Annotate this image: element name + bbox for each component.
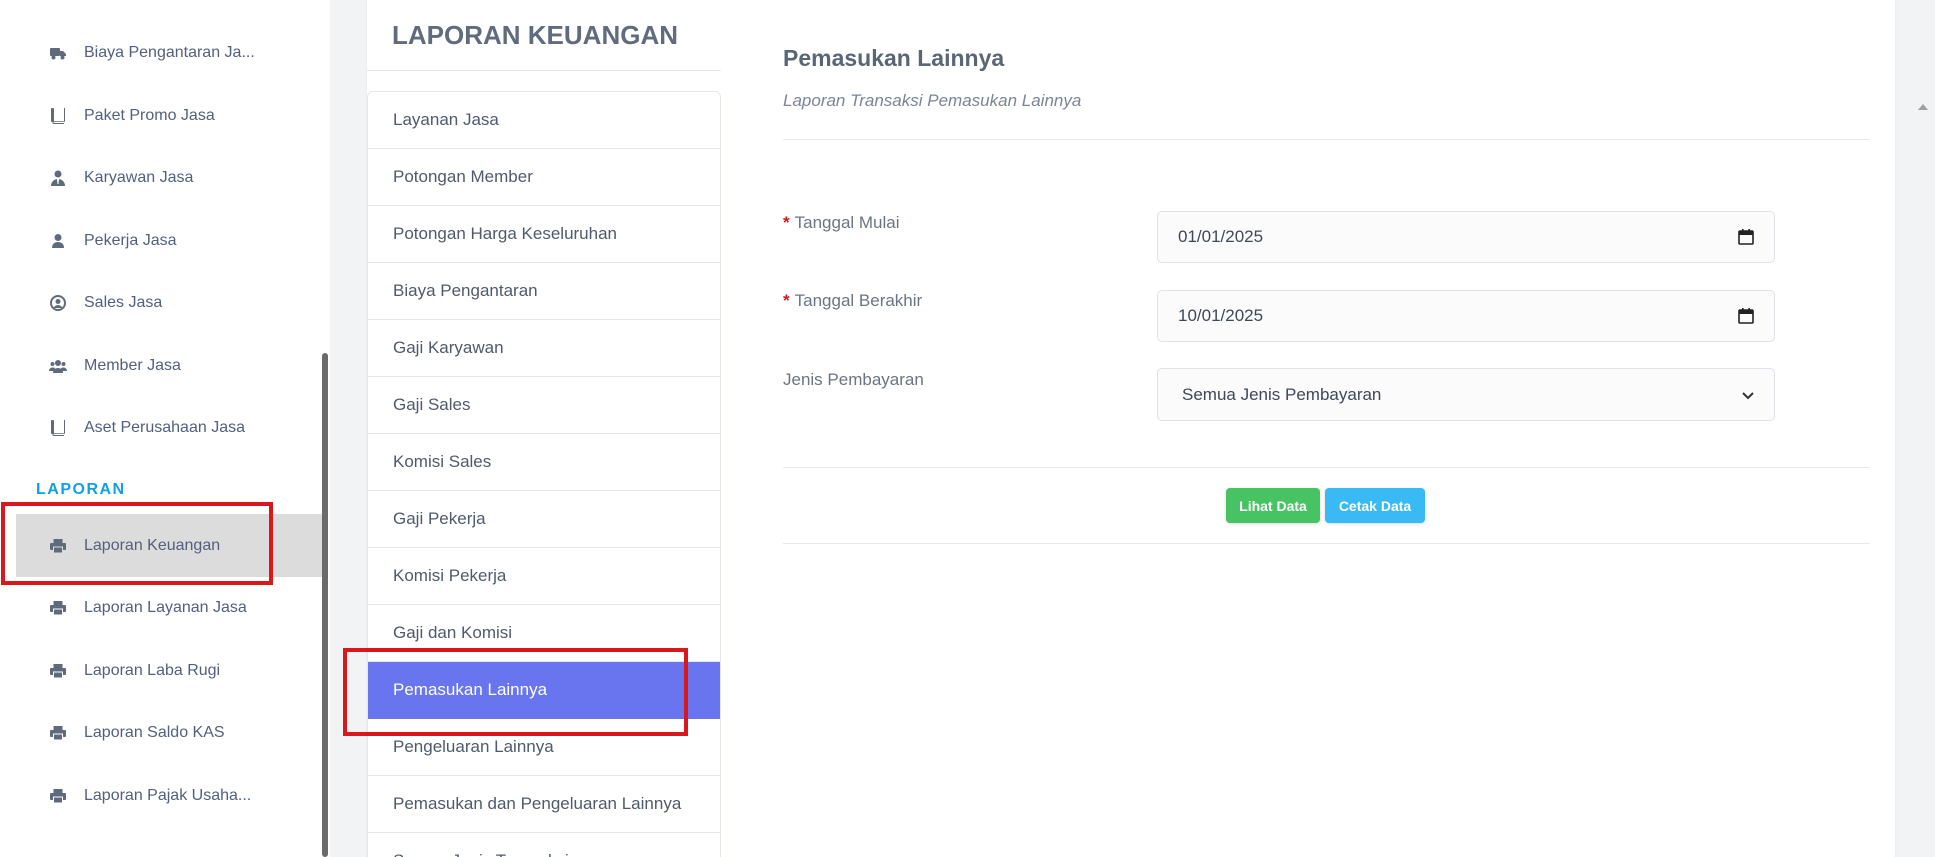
start-date-input[interactable]: 01/01/2025 (1157, 211, 1775, 263)
truck-icon (49, 44, 67, 62)
book-icon (49, 419, 67, 437)
end-date-value: 10/01/2025 (1178, 306, 1264, 325)
print-data-button[interactable]: Cetak Data (1325, 488, 1425, 523)
divider (783, 543, 1870, 544)
payment-type-value: Semua Jenis Pembayaran (1182, 384, 1382, 404)
sidebar-item-label: Laporan Laba Rugi (84, 662, 221, 679)
divider (783, 139, 1870, 140)
scroll-up-arrow-icon[interactable] (1918, 104, 1928, 110)
sidebar-item-label: Karyawan Jasa (84, 169, 194, 186)
menu-item-biaya-pengantaran[interactable]: Biaya Pengantaran (368, 263, 720, 320)
sidebar-item-laporan-pajak-usaha[interactable]: Laporan Pajak Usaha... (16, 765, 321, 827)
report-menu-title: LAPORAN KEUANGAN (392, 20, 678, 50)
sidebar-item-sales-jasa[interactable]: Sales Jasa (16, 272, 321, 334)
sidebar-item-laporan-saldo-kas[interactable]: Laporan Saldo KAS (16, 702, 321, 764)
menu-item-gaji-dan-komisi[interactable]: Gaji dan Komisi (368, 605, 720, 662)
print-icon (49, 787, 67, 805)
menu-item-layanan-jasa[interactable]: Layanan Jasa (368, 92, 720, 149)
required-mark: * (783, 213, 790, 232)
menu-item-gaji-pekerja[interactable]: Gaji Pekerja (368, 491, 720, 548)
book-icon (49, 107, 67, 125)
user-circle-icon (49, 294, 67, 312)
sidebar-item-label: Paket Promo Jasa (84, 107, 215, 124)
sidebar-item-label: Laporan Pajak Usaha... (84, 787, 252, 804)
user-tie-icon (49, 169, 67, 187)
sidebar-item-label: Pekerja Jasa (84, 232, 177, 249)
required-mark: * (783, 291, 790, 310)
report-menu-list: Layanan Jasa Potongan Member Potongan Ha… (367, 91, 721, 857)
end-date-input[interactable]: 10/01/2025 (1157, 290, 1775, 342)
sidebar-item-label: Laporan Layanan Jasa (84, 599, 247, 616)
payment-type-select[interactable]: Semua Jenis Pembayaran (1157, 368, 1775, 421)
menu-item-komisi-pekerja[interactable]: Komisi Pekerja (368, 548, 720, 605)
menu-item-pemasukan-dan-pengeluaran-lainnya[interactable]: Pemasukan dan Pengeluaran Lainnya (368, 776, 720, 833)
sidebar-item-label: Laporan Saldo KAS (84, 724, 225, 741)
form-title: Pemasukan Lainnya (783, 45, 1005, 71)
sidebar-item-laporan-layanan-jasa[interactable]: Laporan Layanan Jasa (16, 577, 321, 639)
end-date-label: * Tanggal Berakhir (783, 291, 922, 311)
menu-item-potongan-member[interactable]: Potongan Member (368, 149, 720, 206)
calendar-icon[interactable] (1738, 229, 1754, 245)
user-icon (49, 232, 67, 250)
page-scrollbar[interactable] (1912, 0, 1935, 857)
sidebar-item-label: Biaya Pengantaran Ja... (84, 44, 255, 61)
sidebar-item-member-jasa[interactable]: Member Jasa (16, 335, 321, 397)
sidebar-item-biaya-pengantaran-jasa[interactable]: Biaya Pengantaran Ja... (16, 22, 321, 84)
sidebar-scrollbar[interactable] (322, 353, 328, 857)
sidebar-section-title: LAPORAN (36, 481, 126, 498)
form-subtitle: Laporan Transaksi Pemasukan Lainnya (783, 91, 1082, 110)
sidebar-item-label: Member Jasa (84, 357, 181, 374)
sidebar-item-aset-perusahaan-jasa[interactable]: Aset Perusahaan Jasa (16, 397, 321, 459)
sidebar-item-pekerja-jasa[interactable]: Pekerja Jasa (16, 210, 321, 272)
menu-item-gaji-karyawan[interactable]: Gaji Karyawan (368, 320, 720, 377)
print-icon (49, 599, 67, 617)
menu-item-komisi-sales[interactable]: Komisi Sales (368, 434, 720, 491)
menu-item-pemasukan-lainnya[interactable]: Pemasukan Lainnya (368, 662, 720, 719)
view-data-button[interactable]: Lihat Data (1226, 488, 1320, 523)
start-date-value: 01/01/2025 (1178, 227, 1264, 246)
sidebar-item-label: Aset Perusahaan Jasa (84, 419, 245, 436)
users-icon (49, 357, 67, 375)
chevron-down-icon (1742, 385, 1754, 405)
end-date-label-text: Tanggal Berakhir (794, 291, 923, 310)
print-icon (49, 724, 67, 742)
print-icon (49, 537, 67, 555)
print-icon (49, 662, 67, 680)
divider (367, 70, 721, 71)
sidebar-item-label: Sales Jasa (84, 294, 163, 311)
sidebar-item-karyawan-jasa[interactable]: Karyawan Jasa (16, 147, 321, 209)
start-date-label: * Tanggal Mulai (783, 213, 900, 233)
divider (783, 467, 1870, 468)
sidebar-item-laporan-keuangan[interactable]: Laporan Keuangan (16, 514, 322, 577)
start-date-label-text: Tanggal Mulai (794, 213, 900, 232)
menu-item-semua-jenis-transaksi[interactable]: Semua Jenis Transaksi (368, 833, 720, 857)
sidebar-item-label: Laporan Keuangan (84, 536, 221, 554)
sidebar-item-laporan-laba-rugi[interactable]: Laporan Laba Rugi (16, 640, 321, 702)
sidebar: Biaya Pengantaran Ja... Paket Promo Jasa… (0, 0, 330, 857)
sidebar-item-paket-promo-jasa[interactable]: Paket Promo Jasa (16, 85, 321, 147)
menu-item-pengeluaran-lainnya[interactable]: Pengeluaran Lainnya (368, 719, 720, 776)
calendar-icon[interactable] (1738, 308, 1754, 324)
menu-item-gaji-sales[interactable]: Gaji Sales (368, 377, 720, 434)
menu-item-potongan-harga-keseluruhan[interactable]: Potongan Harga Keseluruhan (368, 206, 720, 263)
payment-type-label: Jenis Pembayaran (783, 370, 924, 389)
